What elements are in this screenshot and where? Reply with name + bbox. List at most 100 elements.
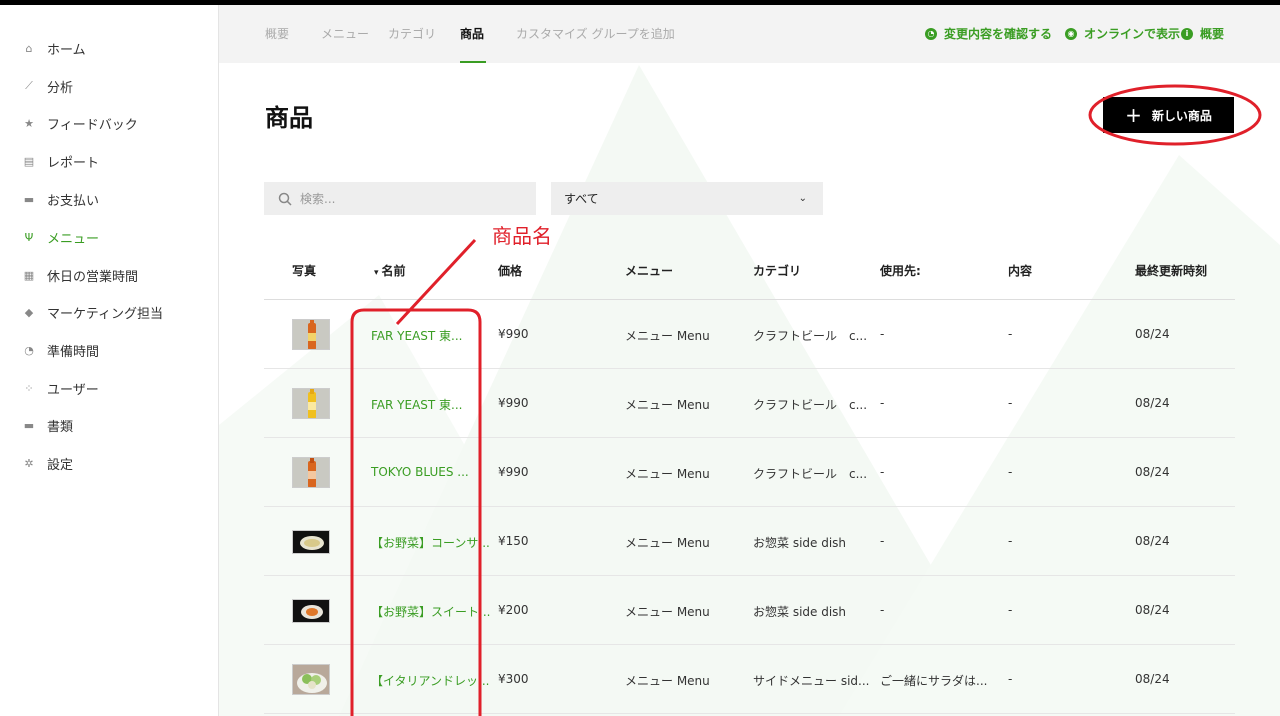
- header-updated[interactable]: 最終更新時刻: [1135, 262, 1207, 279]
- filter-select[interactable]: すべて ⌄: [551, 182, 823, 215]
- product-used-in: -: [880, 603, 885, 617]
- product-menu: メニュー Menu: [625, 674, 710, 688]
- product-name[interactable]: FAR YEAST 東...: [371, 327, 463, 344]
- product-price: ¥150: [498, 534, 529, 548]
- sidebar: ⌂ ホーム ⟋ 分析 ★ フィードバック ▤ レポート ▬ お支払い Ψ メニュ…: [0, 5, 219, 716]
- header-content[interactable]: 内容: [1008, 262, 1032, 279]
- sidebar-item-feedback[interactable]: ★ フィードバック: [22, 111, 138, 135]
- gear-icon: ✲: [24, 456, 34, 470]
- overview-label: 概要: [1200, 27, 1225, 41]
- product-thumbnail: [292, 664, 330, 695]
- header-used-in[interactable]: 使用先:: [880, 262, 921, 279]
- users-icon: ⁘: [24, 381, 34, 395]
- table-row[interactable]: FAR YEAST 東... ¥990 メニュー Menu クラフトビール c.…: [264, 300, 1235, 369]
- sidebar-item-payments[interactable]: ▬ お支払い: [22, 187, 99, 211]
- cutlery-icon: Ψ: [24, 230, 34, 244]
- product-name[interactable]: FAR YEAST 東...: [371, 396, 463, 413]
- sidebar-item-analytics[interactable]: ⟋ 分析: [22, 74, 73, 98]
- product-category: お惣菜 side dish: [753, 605, 847, 619]
- product-price: ¥990: [498, 327, 529, 341]
- product-category: サイドメニュー sid...: [753, 674, 870, 688]
- sidebar-item-label: ホーム: [47, 42, 86, 58]
- product-name[interactable]: 【お野菜】コーンサ...: [371, 534, 490, 551]
- page-title: 商品: [265, 104, 313, 132]
- table-row[interactable]: 【イタリアンドレッ... ¥300 メニュー Menu サイドメニュー sid.…: [264, 645, 1235, 714]
- view-online-link[interactable]: ◉ オンラインで表示: [1065, 25, 1180, 42]
- tab-products[interactable]: 商品: [460, 25, 484, 42]
- tab-add-custom-group[interactable]: カスタマイズ グループを追加: [516, 25, 675, 42]
- product-menu: メニュー Menu: [625, 536, 710, 550]
- eye-icon: ◉: [1065, 27, 1077, 40]
- clock-icon: ◔: [24, 343, 34, 357]
- product-menu: メニュー Menu: [625, 605, 710, 619]
- product-used-in: -: [880, 465, 885, 479]
- product-price: ¥990: [498, 465, 529, 479]
- product-used-in: ご一緒にサラダは...: [880, 674, 988, 688]
- chart-icon: ⟋: [25, 79, 33, 92]
- header-price[interactable]: 価格: [498, 262, 522, 279]
- clock-icon: ◔: [925, 27, 937, 40]
- sidebar-item-holiday-hours[interactable]: ▦ 休日の営業時間: [22, 263, 138, 287]
- header-photo: 写真: [292, 264, 317, 278]
- product-price: ¥300: [498, 672, 529, 686]
- product-updated: 08/24: [1135, 672, 1170, 686]
- sidebar-item-users[interactable]: ⁘ ユーザー: [22, 376, 98, 400]
- sidebar-item-reports[interactable]: ▤ レポート: [22, 149, 99, 173]
- main-content: 概要 メニュー カテゴリ 商品 カスタマイズ グループを追加 ◔ 変更内容を確認…: [219, 5, 1280, 716]
- header-menu[interactable]: メニュー: [625, 262, 673, 279]
- payment-icon: ▬: [23, 192, 35, 206]
- product-updated: 08/24: [1135, 603, 1170, 617]
- header-name-label: 名前: [381, 264, 406, 278]
- product-content: -: [1008, 672, 1013, 686]
- review-changes-link[interactable]: ◔ 変更内容を確認する: [925, 25, 1052, 42]
- product-content: -: [1008, 603, 1013, 617]
- sidebar-item-settings[interactable]: ✲ 設定: [22, 451, 73, 475]
- tab-overview[interactable]: 概要: [265, 25, 289, 42]
- sidebar-item-label: マーケティング担当: [47, 306, 163, 322]
- search-input[interactable]: [300, 191, 520, 206]
- product-content: -: [1008, 465, 1013, 479]
- product-used-in: -: [880, 534, 885, 548]
- tab-category[interactable]: カテゴリ: [388, 25, 436, 42]
- table-row[interactable]: TOKYO BLUES ... ¥990 メニュー Menu クラフトビール c…: [264, 438, 1235, 507]
- sidebar-item-label: お支払い: [47, 193, 100, 209]
- product-name[interactable]: 【お野菜】スイート...: [371, 603, 490, 620]
- product-name[interactable]: 【イタリアンドレッ...: [371, 672, 489, 689]
- product-category: クラフトビール c...: [753, 467, 868, 481]
- product-used-in: -: [880, 327, 885, 341]
- sidebar-item-label: メニュー: [47, 231, 100, 247]
- sidebar-item-prep-time[interactable]: ◔ 準備時間: [22, 338, 99, 362]
- tab-menu[interactable]: メニュー: [321, 25, 369, 42]
- calendar-icon: ▦: [23, 268, 35, 282]
- sidebar-item-home[interactable]: ⌂ ホーム: [22, 36, 86, 60]
- product-thumbnail: [292, 457, 330, 488]
- sidebar-item-marketing[interactable]: ◆ マーケティング担当: [22, 300, 163, 324]
- product-category: クラフトビール c...: [753, 329, 868, 343]
- folder-icon: ▬: [23, 418, 35, 432]
- product-price: ¥990: [498, 396, 529, 410]
- active-tab-indicator: [460, 61, 486, 63]
- sidebar-item-label: フィードバック: [47, 117, 138, 133]
- product-used-in: -: [880, 396, 885, 410]
- header-name[interactable]: ▾ 名前: [374, 262, 406, 279]
- tag-icon: ◆: [24, 305, 34, 319]
- new-product-button[interactable]: + 新しい商品: [1103, 97, 1234, 133]
- product-category: クラフトビール c...: [753, 398, 868, 412]
- table-row[interactable]: 【お野菜】コーンサ... ¥150 メニュー Menu お惣菜 side dis…: [264, 507, 1235, 576]
- search-icon: [278, 192, 292, 206]
- product-content: -: [1008, 396, 1013, 410]
- product-thumbnail: [292, 530, 330, 554]
- table-row[interactable]: 【お野菜】スイート... ¥200 メニュー Menu お惣菜 side dis…: [264, 576, 1235, 645]
- chevron-down-icon: ⌄: [798, 193, 807, 204]
- product-price: ¥200: [498, 603, 529, 617]
- product-thumbnail: [292, 319, 330, 350]
- overview-link[interactable]: i 概要: [1181, 25, 1224, 42]
- product-name[interactable]: TOKYO BLUES ...: [371, 465, 469, 479]
- sidebar-item-documents[interactable]: ▬ 書類: [22, 413, 73, 437]
- table-row[interactable]: FAR YEAST 東... ¥990 メニュー Menu クラフトビール c.…: [264, 369, 1235, 438]
- header-category[interactable]: カテゴリ: [753, 262, 801, 279]
- sidebar-item-menu[interactable]: Ψ メニュー: [22, 225, 99, 249]
- product-thumbnail: [292, 599, 330, 623]
- sidebar-item-label: 分析: [47, 80, 74, 96]
- product-updated: 08/24: [1135, 534, 1170, 548]
